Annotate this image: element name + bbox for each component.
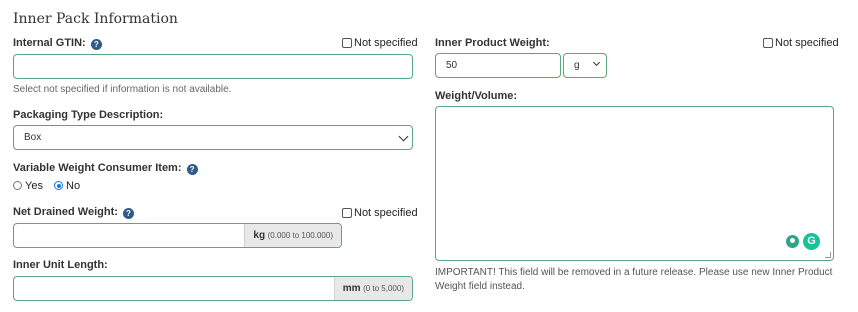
inner-product-weight-not-specified-checkbox[interactable] bbox=[763, 38, 773, 48]
chevron-down-icon bbox=[398, 131, 409, 142]
weight-volume-textarea[interactable] bbox=[435, 106, 834, 261]
variable-weight-option-yes[interactable]: Yes bbox=[13, 180, 46, 192]
help-icon[interactable]: ? bbox=[186, 164, 198, 175]
inner-unit-length-input[interactable]: mm (0 to 5,000) bbox=[13, 276, 413, 301]
help-icon[interactable]: ? bbox=[90, 39, 102, 50]
internal-gtin-not-specified-label: Not specified bbox=[354, 37, 418, 49]
weight-volume-deprecation-note: IMPORTANT! This field will be removed in… bbox=[435, 267, 833, 292]
internal-gtin-label-text: Internal GTIN: bbox=[13, 37, 86, 49]
inner-unit-length-unit-addon: mm (0 to 5,000) bbox=[333, 277, 412, 300]
grammarly-icon[interactable]: G bbox=[803, 233, 820, 250]
chevron-down-icon bbox=[592, 58, 601, 67]
internal-gtin-not-specified-checkbox[interactable] bbox=[342, 38, 352, 48]
net-drained-weight-label-text: Net Drained Weight: bbox=[13, 206, 118, 218]
inner-product-weight-not-specified[interactable]: Not specified bbox=[763, 37, 839, 49]
weight-volume-label: Weight/Volume: bbox=[435, 90, 518, 102]
variable-weight-option-no[interactable]: No bbox=[54, 180, 80, 192]
internal-gtin-input[interactable] bbox=[13, 54, 413, 79]
inner-product-weight-unit-select[interactable]: g bbox=[563, 53, 607, 78]
net-drained-weight-range: (0.000 to 100.000) bbox=[267, 231, 333, 240]
net-drained-weight-not-specified[interactable]: Not specified bbox=[342, 207, 418, 219]
radio-yes-label: Yes bbox=[25, 180, 43, 192]
net-drained-weight-unit: kg bbox=[253, 230, 266, 241]
inner-unit-length-range: (0 to 5,000) bbox=[363, 284, 404, 293]
net-drained-weight-not-specified-checkbox[interactable] bbox=[342, 208, 352, 218]
variable-weight-radio-group: Yes No bbox=[13, 180, 80, 192]
internal-gtin-hint: Select not specified if information is n… bbox=[13, 84, 232, 95]
net-drained-weight-unit-addon: kg (0.000 to 100.000) bbox=[244, 224, 341, 247]
inner-product-weight-input[interactable]: 50 bbox=[435, 53, 561, 78]
help-icon[interactable]: ? bbox=[122, 208, 134, 219]
inner-product-weight-label: Inner Product Weight: bbox=[435, 37, 550, 49]
variable-weight-label: Variable Weight Consumer Item: ? bbox=[13, 162, 198, 175]
radio-no[interactable] bbox=[54, 181, 64, 190]
variable-weight-label-text: Variable Weight Consumer Item: bbox=[13, 162, 182, 174]
weight-volume-value bbox=[436, 107, 833, 119]
radio-no-label: No bbox=[66, 180, 81, 192]
lightbulb-icon[interactable] bbox=[786, 235, 799, 248]
section-title: Inner Pack Information bbox=[13, 11, 178, 27]
inner-product-weight-unit-value: g bbox=[574, 60, 580, 71]
internal-gtin-label: Internal GTIN: ? bbox=[13, 37, 102, 50]
resize-handle-icon[interactable] bbox=[825, 252, 831, 258]
net-drained-weight-input[interactable]: kg (0.000 to 100.000) bbox=[13, 223, 342, 248]
net-drained-weight-not-specified-label: Not specified bbox=[354, 207, 418, 219]
radio-yes[interactable] bbox=[13, 181, 22, 190]
packaging-type-selected-value: Box bbox=[24, 132, 42, 143]
inner-unit-length-label: Inner Unit Length: bbox=[13, 259, 108, 271]
inner-product-weight-not-specified-label: Not specified bbox=[775, 37, 839, 49]
packaging-type-label: Packaging Type Description: bbox=[13, 109, 164, 121]
internal-gtin-not-specified[interactable]: Not specified bbox=[342, 37, 418, 49]
inner-unit-length-unit: mm bbox=[342, 283, 361, 294]
net-drained-weight-label: Net Drained Weight: ? bbox=[13, 206, 134, 219]
packaging-type-select[interactable]: Box bbox=[13, 125, 413, 150]
